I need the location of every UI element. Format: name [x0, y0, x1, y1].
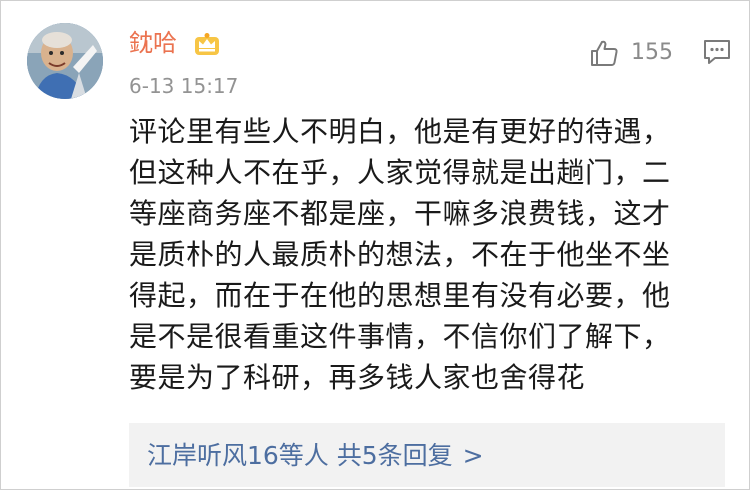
comment-line: 评论里有些人不明白，他是有更好的待遇， [129, 115, 671, 148]
avatar[interactable] [27, 23, 103, 99]
comment-bubble-icon[interactable] [703, 39, 731, 65]
comment-line: 等座商务座不都是座，干嘛多浪费钱，这才 [129, 197, 671, 230]
comment-body: 评论里有些人不明白，他是有更好的待遇， 但这种人不在乎，人家觉得就是出趟门，二 … [129, 111, 719, 398]
comment-line: 得起，而在于在他的思想里有没有必要，他 [129, 279, 671, 312]
comment-line: 但这种人不在乎，人家觉得就是出趟门，二 [129, 156, 671, 189]
like-button[interactable]: 155 [589, 37, 673, 69]
thumbs-up-icon [591, 40, 618, 66]
replies-link[interactable]: 江岸听风16等人 共5条回复 > [129, 423, 725, 487]
comment-line: 是不是很看重这件事情，不信你们了解下， [129, 320, 671, 353]
comment-line: 是质朴的人最质朴的想法，不在于他坐不坐 [129, 238, 671, 271]
like-count: 155 [631, 40, 673, 65]
replies-summary: 江岸听风16等人 共5条回复 [147, 440, 453, 470]
avatar-image [27, 23, 103, 99]
comment-line: 要是为了科研，再多钱人家也舍得花 [129, 361, 586, 394]
username[interactable]: 鈂哈 [129, 31, 177, 55]
chevron-right-icon: > [462, 440, 484, 470]
crown-badge-icon[interactable] [194, 32, 220, 56]
comment-card: 鈂哈 6-13 15:17 155 评论里有些人不明白，他是有更好的待遇， 但这… [0, 0, 750, 490]
timestamp: 6-13 15:17 [129, 74, 239, 98]
